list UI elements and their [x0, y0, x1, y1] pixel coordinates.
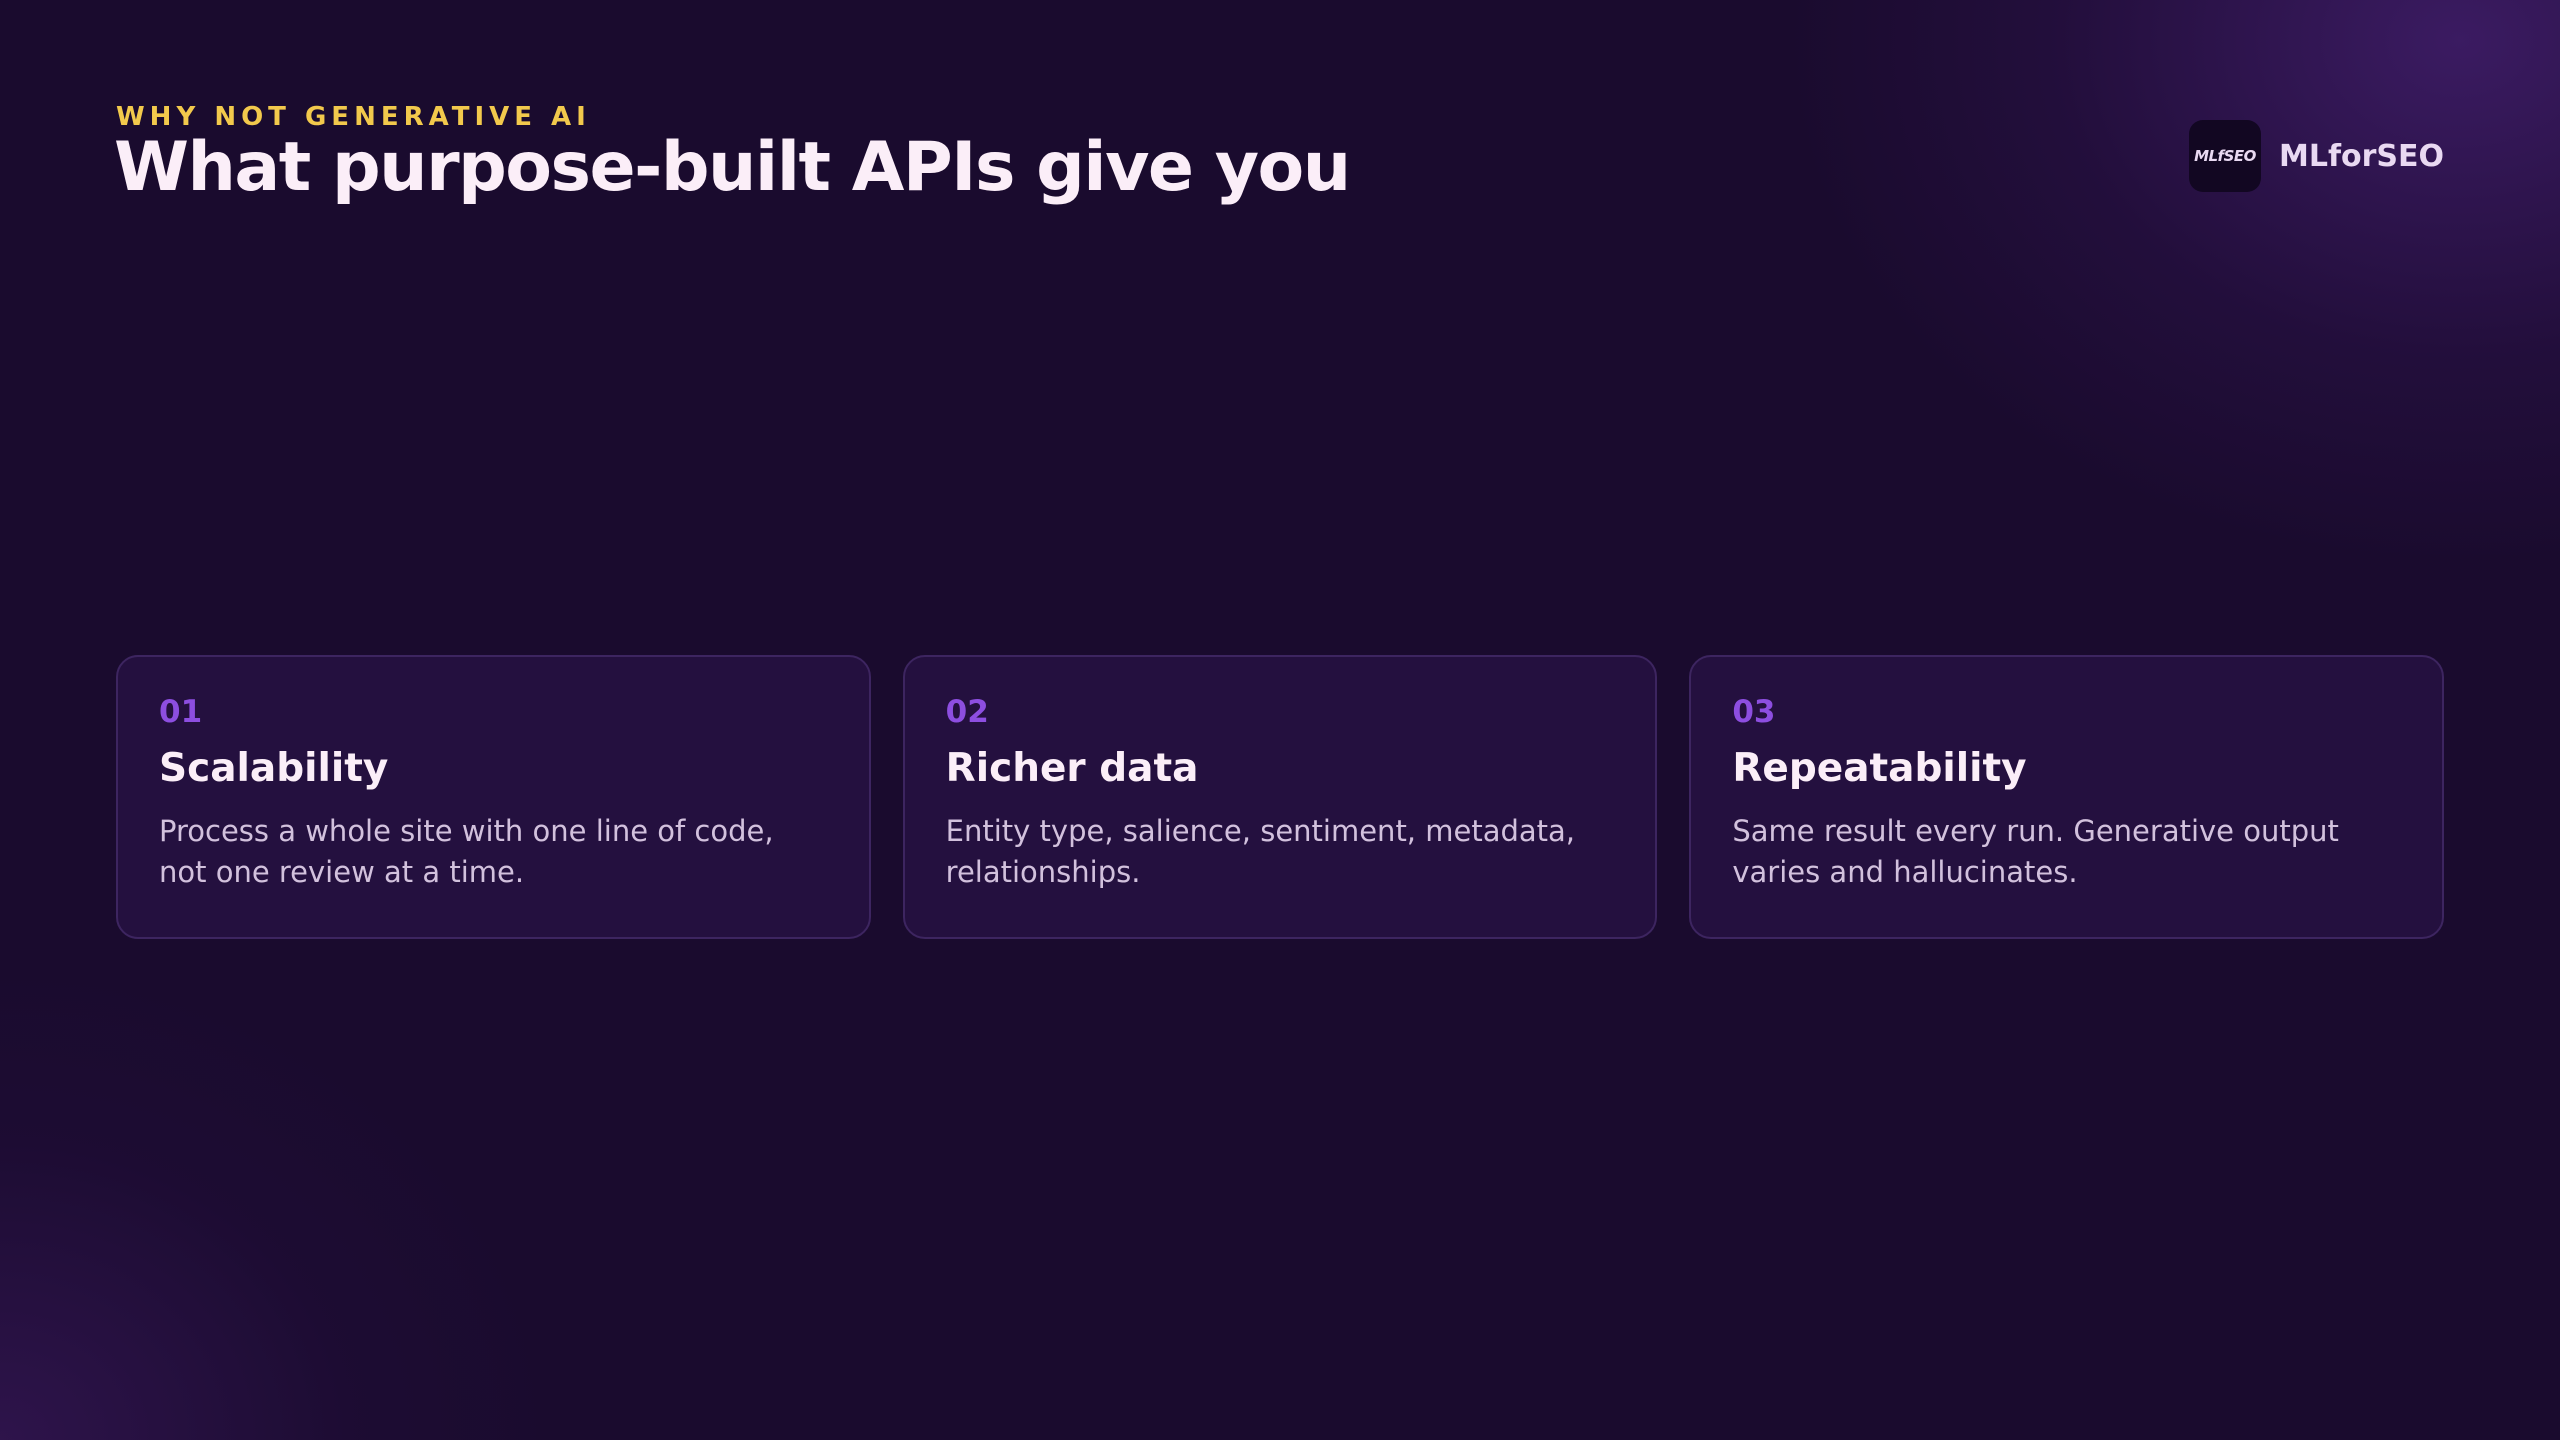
page-title: What purpose-built APIs give you: [114, 128, 1351, 207]
card-title: Scalability: [159, 746, 389, 791]
card-number: 01: [159, 694, 203, 730]
card-description: Entity type, salience, sentiment, metada…: [945, 813, 1576, 889]
brand: MLfSEO MLforSEO: [2188, 120, 2444, 192]
feature-cards: 01 Scalability Process a whole site with…: [116, 655, 2445, 939]
card-description: Process a whole site with one line of co…: [159, 813, 774, 889]
brand-logo-text: MLfSEO: [2194, 147, 2256, 165]
card-title: Richer data: [945, 746, 1199, 791]
card-number: 03: [1732, 694, 1776, 730]
brand-name: MLforSEO: [2278, 138, 2444, 174]
feature-card-repeatability: 03 Repeatability Same result every run. …: [1689, 655, 2445, 939]
brand-logo-icon: MLfSEO: [2188, 120, 2261, 192]
card-number: 02: [945, 694, 989, 730]
feature-card-richer-data: 02 Richer data Entity type, salience, se…: [902, 655, 1658, 939]
card-title: Repeatability: [1732, 746, 2027, 791]
card-description: Same result every run. Generative output…: [1732, 813, 2339, 889]
feature-card-scalability: 01 Scalability Process a whole site with…: [116, 655, 871, 939]
